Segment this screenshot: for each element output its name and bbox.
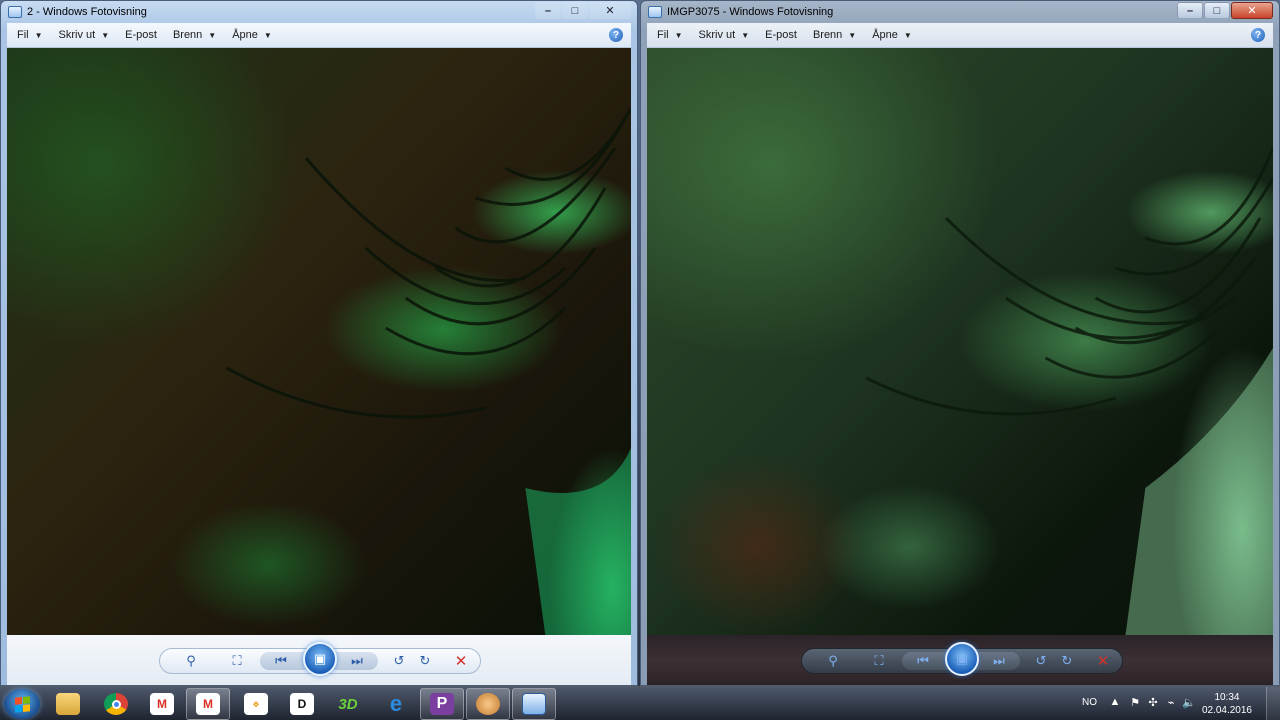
taskbar-file-explorer[interactable] (46, 688, 90, 720)
taskbar-app-d[interactable]: D (280, 688, 324, 720)
menu-skriv-ut[interactable]: Skriv ut ▼ (59, 29, 110, 41)
rotate-left-icon[interactable]: ↺ (1030, 651, 1052, 671)
menu-e-post[interactable]: E-post (125, 29, 157, 41)
language-indicator[interactable]: NO (1082, 697, 1097, 708)
viewer-control-bar: ⚲ ⛶ ⏮ ▣ ⏭ ↺ ↻ ✕ (801, 642, 1123, 676)
window-title: 2 - Windows Fotovisning (27, 6, 147, 18)
slideshow-button[interactable]: ▣ (303, 642, 337, 676)
gmail-icon: M (196, 693, 220, 715)
photo-display (7, 48, 631, 635)
zoom-icon[interactable]: ⚲ (822, 651, 844, 671)
chevron-down-icon: ▼ (101, 30, 110, 40)
viewer-control-bar: ⚲ ⛶ ⏮ ▣ ⏭ ↺ ↻ ✕ (159, 642, 481, 676)
photo-viewer-app-icon (8, 6, 22, 18)
help-icon[interactable]: ? (609, 28, 623, 42)
start-button[interactable] (4, 689, 40, 719)
rotate-right-icon[interactable]: ↻ (1056, 651, 1078, 671)
actual-size-icon[interactable]: ⛶ (226, 651, 248, 671)
network-icon[interactable]: ✣ (1146, 696, 1160, 710)
taskbar-photo-viewer[interactable] (512, 688, 556, 720)
taskbar: M M ⋄ D 3D e P NO ▲ ⚑ ✣ ⌁ 🔈 10:34 02.04.… (0, 686, 1280, 720)
photo-viewer-icon (522, 693, 546, 715)
menu-apne[interactable]: Åpne ▼ (872, 29, 912, 41)
taskbar-app-monkey[interactable] (466, 688, 510, 720)
close-button[interactable]: ✕ (589, 2, 631, 19)
clock[interactable]: 10:34 02.04.2016 (1202, 691, 1252, 717)
caption-buttons: – □ ✕ (1176, 2, 1273, 19)
maximize-button[interactable]: □ (562, 2, 588, 19)
help-icon[interactable]: ? (1251, 28, 1265, 42)
power-icon[interactable]: ⌁ (1164, 696, 1178, 710)
menu-brenn[interactable]: Brenn ▼ (173, 29, 216, 41)
window-title: IMGP3075 - Windows Fotovisning (667, 6, 834, 18)
delete-icon[interactable]: ✕ (450, 651, 472, 671)
eyelash-photo-image (225, 107, 631, 635)
chevron-down-icon: ▼ (741, 30, 750, 40)
close-button[interactable]: ✕ (1231, 2, 1273, 19)
clock-time: 10:34 (1214, 692, 1240, 703)
volume-icon[interactable]: 🔈 (1182, 696, 1196, 710)
viewer-controls-strip: ⚲ ⛶ ⏮ ▣ ⏭ ↺ ↻ ✕ (647, 635, 1273, 685)
chevron-down-icon: ▼ (848, 30, 857, 40)
photo-viewer-window-left[interactable]: 2 - Windows Fotovisning – □ ✕ Fil ▼ Skriv… (0, 0, 638, 686)
chrome-icon (104, 693, 128, 715)
title-bar[interactable]: 2 - Windows Fotovisning – □ ✕ (1, 1, 637, 23)
monkey-app-icon (476, 693, 500, 715)
show-hidden-icons-icon[interactable]: ▲ (1108, 696, 1122, 710)
slideshow-button[interactable]: ▣ (945, 642, 979, 676)
internet-explorer-icon: e (389, 691, 403, 716)
menu-apne[interactable]: Åpne ▼ (232, 29, 272, 41)
actual-size-icon[interactable]: ⛶ (868, 651, 890, 671)
chevron-down-icon: ▼ (208, 30, 217, 40)
taskbar-app-3d[interactable]: 3D (326, 688, 370, 720)
rotate-right-icon[interactable]: ↻ (414, 651, 436, 671)
taskbar-chrome[interactable] (94, 688, 138, 720)
folder-icon (56, 693, 80, 715)
3d-app-icon: 3D (338, 695, 358, 713)
share-icon: ⋄ (244, 693, 268, 715)
clock-date: 02.04.2016 (1201, 705, 1252, 716)
taskbar-app-yellow[interactable]: ⋄ (234, 688, 278, 720)
next-icon[interactable]: ⏭ (346, 651, 368, 671)
menu-bar: Fil ▼ Skriv ut ▼ E-post Brenn ▼ Åpne ▼ ? (7, 23, 631, 48)
previous-icon[interactable]: ⏮ (270, 651, 292, 671)
system-tray: NO ▲ ⚑ ✣ ⌁ 🔈 10:34 02.04.2016 (1070, 687, 1280, 720)
chevron-down-icon: ▼ (34, 30, 43, 40)
d-app-icon: D (290, 693, 314, 715)
chevron-down-icon: ▼ (674, 30, 683, 40)
action-center-flag-icon[interactable]: ⚑ (1128, 696, 1142, 710)
viewer-controls-strip: ⚲ ⛶ ⏮ ▣ ⏭ ↺ ↻ ✕ (7, 635, 631, 685)
caption-buttons: – □ ✕ (534, 2, 631, 19)
menu-fil[interactable]: Fil ▼ (657, 29, 683, 41)
taskbar-app-p[interactable]: P (420, 688, 464, 720)
taskbar-gmail[interactable]: M (140, 688, 184, 720)
next-icon[interactable]: ⏭ (988, 651, 1010, 671)
zoom-icon[interactable]: ⚲ (180, 651, 202, 671)
menu-e-post[interactable]: E-post (765, 29, 797, 41)
p-app-icon: P (430, 693, 454, 715)
delete-icon[interactable]: ✕ (1092, 651, 1114, 671)
title-bar[interactable]: IMGP3075 - Windows Fotovisning – □ ✕ (641, 1, 1279, 23)
minimize-button[interactable]: – (1177, 2, 1203, 19)
taskbar-internet-explorer[interactable]: e (374, 688, 418, 720)
photo-display (647, 48, 1273, 635)
windows-logo-icon (14, 695, 30, 713)
rotate-left-icon[interactable]: ↺ (388, 651, 410, 671)
eyelash-photo-image (865, 147, 1273, 635)
menu-bar: Fil ▼ Skriv ut ▼ E-post Brenn ▼ Åpne ▼ ? (647, 23, 1273, 48)
photo-viewer-app-icon (648, 6, 662, 18)
menu-skriv-ut[interactable]: Skriv ut ▼ (699, 29, 750, 41)
chevron-down-icon: ▼ (263, 30, 272, 40)
taskbar-gmail-active[interactable]: M (186, 688, 230, 720)
previous-icon[interactable]: ⏮ (912, 651, 934, 671)
maximize-button[interactable]: □ (1204, 2, 1230, 19)
menu-brenn[interactable]: Brenn ▼ (813, 29, 856, 41)
photo-viewer-window-right[interactable]: IMGP3075 - Windows Fotovisning – □ ✕ Fil… (640, 0, 1280, 686)
gmail-icon: M (150, 693, 174, 715)
show-desktop-button[interactable] (1266, 687, 1280, 720)
minimize-button[interactable]: – (535, 2, 561, 19)
menu-fil[interactable]: Fil ▼ (17, 29, 43, 41)
chevron-down-icon: ▼ (903, 30, 912, 40)
